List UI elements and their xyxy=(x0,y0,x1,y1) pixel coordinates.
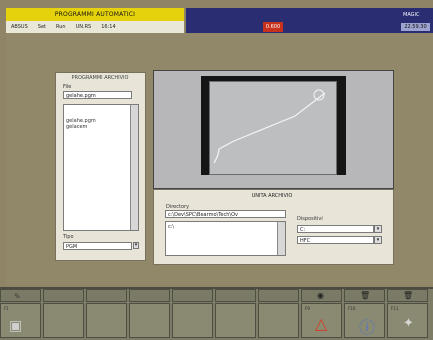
trash-icon: 🗑 xyxy=(403,291,414,300)
warning-icon: △ xyxy=(315,314,328,333)
softkey-f9[interactable]: F9 △ xyxy=(301,303,342,338)
softkey-f1[interactable]: F1 ▣ xyxy=(0,303,41,338)
softkey-f11[interactable]: F11 ✦ xyxy=(387,303,428,338)
softkey-f10[interactable]: F10 ⓘ xyxy=(344,303,385,338)
softkey-f6[interactable] xyxy=(215,303,256,338)
menu-item-3[interactable]: UN.RS xyxy=(71,24,97,30)
file-panel: PROGRAMMI ARCHIVIO File gelahe.pgm gelah… xyxy=(55,72,146,261)
softkey-top-3[interactable] xyxy=(86,289,127,302)
file-list[interactable]: gelahe.pgm gelacem xyxy=(63,104,139,231)
list-scrollbar[interactable] xyxy=(130,105,138,230)
softkey-f5[interactable] xyxy=(172,303,213,338)
softkey-top-4[interactable] xyxy=(129,289,170,302)
window-title: PROGRAMMI AUTOMATICI xyxy=(54,11,136,18)
type-field[interactable]: PGM xyxy=(63,242,132,250)
unit-panel: UNITA ARCHIVIO Directory c:\Dev\SPC\Bear… xyxy=(153,189,394,265)
softkey-top-9[interactable]: 🗑 xyxy=(344,289,385,302)
drive-button-primary[interactable]: ▾ xyxy=(374,225,382,233)
softkey-top-2[interactable] xyxy=(43,289,84,302)
status-right: MAGIC xyxy=(403,12,420,18)
file-panel-title: PROGRAMMI ARCHIVIO xyxy=(71,75,129,81)
drive-field-primary[interactable]: C: xyxy=(297,225,374,233)
softkey-top-7[interactable] xyxy=(258,289,299,302)
softkey-label: F11 xyxy=(391,306,399,311)
drive-field-secondary[interactable]: HFC xyxy=(297,236,374,244)
menu-item-2[interactable]: Run xyxy=(51,24,71,30)
softkey-top-6[interactable] xyxy=(215,289,256,302)
menu-item-1[interactable]: Set xyxy=(33,24,51,30)
softkey-label: F10 xyxy=(348,306,356,311)
window-title-bar: PROGRAMMI AUTOMATICI xyxy=(6,8,184,21)
drive-label: Dispositivi xyxy=(297,216,323,222)
softkey-top-5[interactable] xyxy=(172,289,213,302)
status-strip xyxy=(186,21,433,33)
softkey-top-10[interactable]: 🗑 xyxy=(387,289,428,302)
list-item[interactable]: gelacem xyxy=(64,124,138,130)
softkey-f4[interactable] xyxy=(129,303,170,338)
softkey-label: F1 xyxy=(4,306,9,311)
softkey-top-1[interactable]: ✎ xyxy=(0,289,41,302)
directory-field[interactable]: c:\Dev\SPC\Bearmo\Tech\Ov xyxy=(165,210,286,218)
path-preview-icon xyxy=(213,89,326,164)
softkey-top-8[interactable]: ◉ xyxy=(301,289,342,302)
pencil-icon: ✎ xyxy=(14,292,21,301)
info-icon: ⓘ xyxy=(359,318,376,337)
directory-list[interactable]: c:\ xyxy=(165,221,286,256)
unit-panel-title: UNITA ARCHIVIO xyxy=(251,193,293,199)
type-dropdown-button[interactable]: ▾ xyxy=(133,242,139,249)
trash-icon: 🗑 xyxy=(360,291,371,300)
clock-chip: 22.59.30 xyxy=(401,23,430,31)
softkey-f3[interactable] xyxy=(86,303,127,338)
tool-icon: ✦ xyxy=(403,316,414,331)
softkey-f7[interactable] xyxy=(258,303,299,338)
menu-item-4[interactable]: 16:14 xyxy=(96,24,120,30)
alarm-badge[interactable]: 0.600 xyxy=(263,22,283,32)
drive-button-secondary[interactable]: ▾ xyxy=(374,236,382,244)
file-label: File xyxy=(63,84,72,90)
menu-item-0[interactable]: ABSUS xyxy=(6,24,33,30)
floppy-icon: ▣ xyxy=(9,318,23,334)
softkey-label: F9 xyxy=(305,306,310,311)
softkey-f2[interactable] xyxy=(43,303,84,338)
type-label: Tipo xyxy=(63,234,74,240)
directory-scrollbar[interactable] xyxy=(277,222,285,255)
circle-icon: ◉ xyxy=(317,291,324,300)
file-field[interactable]: gelahe.pgm xyxy=(63,91,132,99)
directory-item[interactable]: c:\ xyxy=(166,224,285,230)
status-bar xyxy=(186,8,433,21)
